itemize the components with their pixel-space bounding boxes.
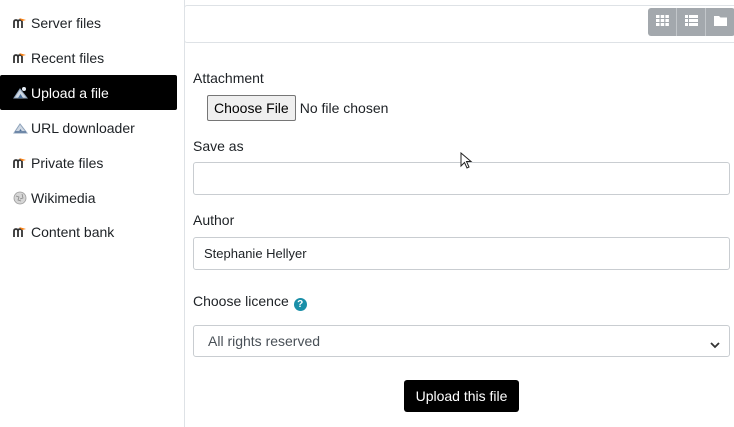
sidebar-item-label: Server files [31,14,102,31]
list-view-icon [684,13,698,31]
moodle-icon [12,224,28,240]
folder-view-icon [714,13,727,31]
sidebar-divider [184,0,185,427]
author-input[interactable] [193,237,730,270]
view-mode-toolbar [648,8,734,36]
sidebar-item-label: URL downloader [31,119,135,136]
sidebar-item-url-downloader[interactable]: URL downloader [0,110,177,145]
upload-icon [12,85,28,101]
sidebar-item-label: Wikimedia [31,189,96,206]
licence-selected-value: All rights reserved [208,333,321,349]
list-view-button[interactable] [677,8,706,36]
wikimedia-icon [12,190,28,206]
sidebar-item-private-files[interactable]: Private files [0,145,177,180]
sidebar-item-content-bank[interactable]: Content bank [0,214,177,249]
licence-select[interactable]: All rights reserved [193,325,730,357]
licence-label: Choose licence [193,293,289,309]
chevron-down-icon [710,336,720,352]
folder-view-button[interactable] [706,8,734,36]
no-file-text: No file chosen [299,100,389,116]
sidebar-item-label: Upload a file [31,84,109,101]
file-input: Choose File No file chosen [207,95,388,121]
url-downloader-icon [12,120,28,136]
upload-file-button[interactable]: Upload this file [404,380,519,412]
save-as-label: Save as [193,138,244,154]
author-label: Author [193,212,235,228]
choose-file-button[interactable]: Choose File [207,95,296,121]
sidebar-item-label: Recent files [31,49,105,66]
sidebar-item-upload-a-file[interactable]: Upload a file [0,75,177,110]
sidebar-item-recent-files[interactable]: Recent files [0,40,177,75]
sidebar-item-server-files[interactable]: Server files [0,5,177,40]
moodle-icon [12,50,28,66]
help-icon[interactable]: ? [293,298,307,311]
repository-sidebar: Server files Recent files Upload a file … [0,0,184,427]
attachment-label: Attachment [193,70,264,86]
moodle-icon [12,15,28,31]
moodle-icon [12,155,28,171]
sidebar-item-label: Content bank [31,223,115,240]
mouse-cursor-icon [460,151,473,175]
sidebar-item-wikimedia[interactable]: Wikimedia [0,180,177,215]
file-picker: Server files Recent files Upload a file … [0,0,734,427]
grid-view-icon [655,13,669,31]
sidebar-item-label: Private files [31,154,104,171]
grid-view-button[interactable] [648,8,677,36]
licence-label-row: Choose licence? [193,293,307,311]
